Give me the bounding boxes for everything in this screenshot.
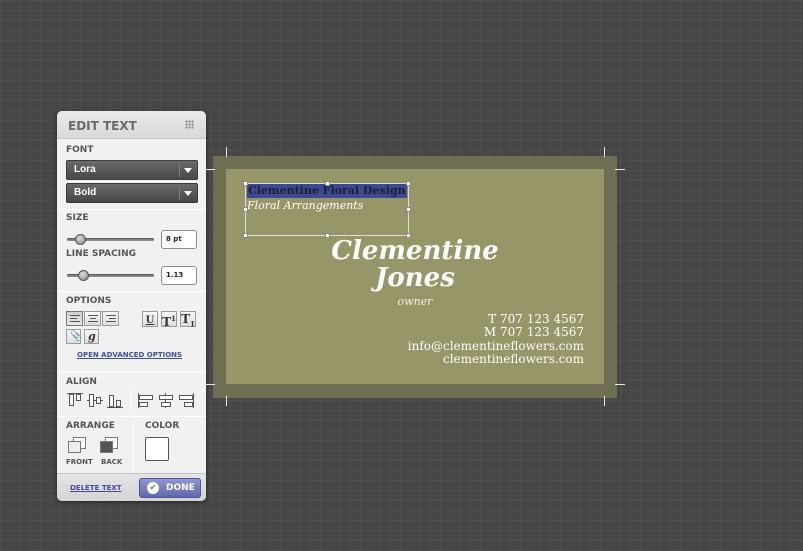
edit-text-panel: EDIT TEXT FONT Lora Bold SIZE 8 pt LINE … (57, 111, 206, 501)
drag-grip-icon[interactable] (185, 120, 194, 129)
arrange-label: ARRANGE (66, 421, 115, 431)
resize-handle[interactable] (325, 181, 330, 186)
front-label: FRONT (66, 458, 93, 466)
size-input[interactable]: 8 pt (161, 230, 197, 249)
options-label: OPTIONS (66, 296, 112, 306)
crop-mark (226, 396, 227, 406)
send-to-back-button[interactable] (100, 437, 118, 454)
align-right-button[interactable] (102, 311, 119, 326)
size-slider-thumb[interactable] (74, 234, 86, 245)
font-family-select[interactable]: Lora (66, 160, 198, 180)
align-top-button[interactable] (67, 393, 83, 408)
superscript-glyph: T (162, 315, 172, 329)
crop-mark (615, 169, 625, 170)
line-spacing-label: LINE SPACING (66, 249, 136, 259)
crop-mark (226, 147, 227, 157)
first-name-text[interactable]: Clementine (320, 236, 510, 266)
subscript-glyph: T (181, 312, 191, 326)
bring-front-icon (68, 441, 81, 453)
size-label: SIZE (66, 213, 89, 223)
mobile-text[interactable]: M 707 123 4567 (484, 326, 584, 339)
font-style-select[interactable]: Bold (66, 183, 198, 203)
delete-text-link[interactable]: DELETE TEXT (70, 484, 122, 492)
resize-handle[interactable] (243, 181, 248, 186)
align-center-edge-button[interactable] (158, 393, 174, 408)
align-right-edge-button[interactable] (178, 393, 194, 408)
website-text[interactable]: clementineflowers.com (443, 353, 584, 366)
align-left-icon (70, 315, 80, 323)
subscript-button[interactable]: T1 (180, 311, 196, 328)
align-label: ALIGN (66, 377, 97, 387)
panel-header[interactable]: EDIT TEXT (57, 111, 206, 139)
crop-mark (205, 384, 215, 385)
done-button[interactable]: ✔ DONE (139, 478, 201, 498)
font-label: FONT (66, 145, 94, 155)
line-spacing-slider-thumb[interactable] (78, 270, 90, 281)
text-color-swatch[interactable] (145, 437, 169, 461)
crop-mark (604, 147, 605, 157)
last-name-text[interactable]: Jones (320, 263, 510, 293)
align-middle-button[interactable] (87, 393, 103, 408)
align-center-button[interactable] (84, 311, 101, 326)
bring-to-front-button[interactable] (68, 437, 86, 454)
resize-handle[interactable] (243, 207, 248, 212)
check-icon: ✔ (147, 482, 159, 494)
done-label: DONE (166, 483, 195, 493)
back-label: BACK (101, 458, 123, 466)
align-bottom-button[interactable] (107, 393, 123, 408)
crop-mark (604, 396, 605, 406)
chevron-down-icon (184, 168, 192, 173)
align-left-button[interactable] (66, 311, 83, 326)
crop-mark (615, 384, 625, 385)
role-text[interactable]: owner (340, 295, 490, 308)
line-spacing-input[interactable]: 1.13 (161, 266, 197, 285)
panel-title: EDIT TEXT (68, 119, 137, 133)
color-label: COLOR (145, 421, 180, 431)
resize-handle[interactable] (406, 181, 411, 186)
font-family-value: Lora (74, 164, 96, 175)
resize-handle[interactable] (243, 233, 248, 238)
glyphs-button[interactable]: g (84, 329, 99, 344)
align-right-icon (106, 315, 116, 323)
crop-mark (205, 169, 215, 170)
send-back-icon (100, 441, 113, 453)
underline-button[interactable]: U (142, 311, 158, 327)
link-button[interactable]: 📎 (66, 329, 83, 344)
panel-footer: DELETE TEXT ✔ DONE (57, 473, 206, 501)
text-selection-box[interactable] (243, 181, 411, 238)
align-left-edge-button[interactable] (138, 393, 154, 408)
font-style-value: Bold (74, 187, 97, 198)
align-center-icon (88, 315, 98, 323)
size-slider[interactable] (67, 234, 154, 245)
open-advanced-options-link[interactable]: OPEN ADVANCED OPTIONS (77, 351, 182, 359)
chevron-down-icon (184, 191, 192, 196)
paperclip-icon: 📎 (70, 331, 83, 342)
resize-handle[interactable] (406, 207, 411, 212)
line-spacing-slider[interactable] (67, 270, 154, 281)
superscript-button[interactable]: T1 (161, 311, 177, 329)
underline-glyph: U (145, 315, 155, 326)
glyph-icon: g (88, 330, 96, 343)
